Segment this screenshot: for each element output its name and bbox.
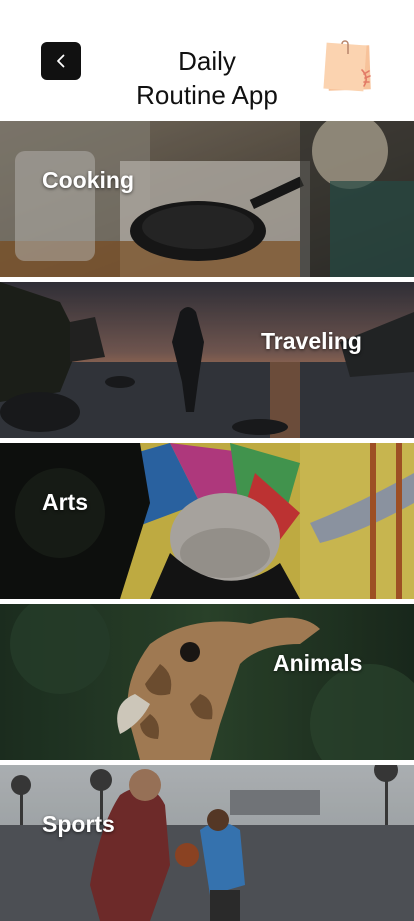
sticky-note-icon — [323, 40, 371, 92]
category-card-traveling[interactable]: Traveling — [0, 282, 414, 438]
page-title-line1: Daily — [178, 46, 236, 76]
category-label-animals: Animals — [273, 650, 363, 676]
animals-photo — [0, 604, 414, 760]
category-card-cooking[interactable]: Cooking — [0, 121, 414, 277]
category-label-arts: Arts — [42, 489, 89, 515]
traveling-photo — [0, 282, 414, 438]
arts-photo — [0, 443, 414, 599]
cooking-photo — [0, 121, 414, 277]
app-header: Daily Routine App — [0, 0, 414, 120]
page-title: Daily Routine App — [107, 44, 307, 112]
category-label-traveling: Traveling — [261, 328, 362, 354]
chevron-left-icon — [57, 54, 65, 68]
page-title-line2: Routine App — [136, 80, 278, 110]
sports-photo — [0, 765, 414, 921]
back-button[interactable] — [41, 42, 81, 80]
category-card-sports[interactable]: Sports — [0, 765, 414, 921]
category-label-sports: Sports — [42, 811, 115, 837]
category-card-animals[interactable]: Animals — [0, 604, 414, 760]
category-card-arts[interactable]: Arts — [0, 443, 414, 599]
category-label-cooking: Cooking — [42, 167, 134, 193]
